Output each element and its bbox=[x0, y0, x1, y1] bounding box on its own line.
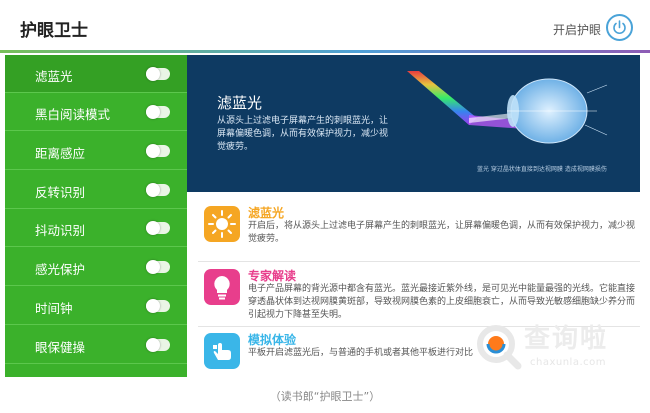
sidebar-item-reverse-detection[interactable]: 反转识别 bbox=[5, 171, 187, 209]
sidebar-item-label: 时间钟 bbox=[35, 301, 73, 316]
toggle-switch[interactable] bbox=[146, 67, 170, 81]
sidebar: 滤蓝光 黑白阅读模式 距离感应 反转识别 抖动识别 感光保护 时间钟 眼保健操 bbox=[5, 55, 187, 377]
watermark: 查询啦 chaxunla.com bbox=[474, 318, 644, 378]
banner-description: 从源头上过滤电子屏幕产生的刺眼蓝光，让屏幕偏暖色调，从而有效保护视力，减少视觉疲… bbox=[217, 116, 389, 152]
power-icon bbox=[613, 20, 626, 35]
header-divider bbox=[0, 50, 650, 53]
page-title: 护眼卫士 bbox=[20, 21, 88, 41]
card-description: 开启后，将从源头上过滤电子屏幕产生的刺眼蓝光，让屏幕偏暖色调，从而有效保护视力，… bbox=[248, 221, 636, 244]
toggle-switch[interactable] bbox=[146, 144, 170, 158]
sidebar-item-label: 抖动识别 bbox=[35, 223, 86, 238]
card-title: 模拟体验 bbox=[248, 333, 297, 347]
watermark-url: chaxunla.com bbox=[530, 357, 606, 368]
eye-protection-power-button[interactable] bbox=[606, 14, 633, 41]
lightbulb-icon bbox=[204, 269, 240, 305]
sidebar-item-label: 眼保健操 bbox=[35, 340, 86, 355]
sidebar-item-label: 反转识别 bbox=[35, 185, 86, 200]
sidebar-item-label: 滤蓝光 bbox=[35, 69, 73, 84]
image-caption: （读书郎“护眼卫士”） bbox=[269, 390, 381, 403]
hand-icon bbox=[204, 333, 240, 369]
card-title: 滤蓝光 bbox=[248, 206, 285, 220]
banner-caption: 蓝光 穿过晶状体直接到达视网膜 造成视网膜损伤 bbox=[477, 166, 607, 173]
eye-diagram-illustration bbox=[407, 71, 608, 144]
magnifier-logo-icon bbox=[477, 325, 522, 370]
sidebar-item-light-protection[interactable]: 感光保护 bbox=[5, 248, 187, 286]
sidebar-item-label: 感光保护 bbox=[35, 262, 86, 277]
sun-icon bbox=[204, 206, 240, 242]
card-divider bbox=[198, 261, 640, 262]
toggle-switch[interactable] bbox=[146, 260, 170, 274]
feature-card-expert[interactable]: 专家解读 电子产品屏幕的背光源中都含有蓝光。蓝光最接近紫外线，是可见光中能量最强… bbox=[198, 267, 640, 325]
sidebar-item-distance-sensing[interactable]: 距离感应 bbox=[5, 132, 187, 170]
toggle-switch[interactable] bbox=[146, 183, 170, 197]
banner-title: 滤蓝光 bbox=[217, 94, 263, 112]
sidebar-item-label: 黑白阅读模式 bbox=[35, 107, 111, 122]
sidebar-item-shake-detection[interactable]: 抖动识别 bbox=[5, 209, 187, 247]
toggle-switch[interactable] bbox=[146, 299, 170, 313]
sidebar-item-bw-reading[interactable]: 黑白阅读模式 bbox=[5, 93, 187, 131]
sidebar-item-label: 距离感应 bbox=[35, 146, 86, 161]
toggle-switch[interactable] bbox=[146, 338, 170, 352]
feature-banner: 滤蓝光 从源头上过滤电子屏幕产生的刺眼蓝光，让屏幕偏暖色调，从而有效保护视力，减… bbox=[187, 55, 640, 192]
watermark-text: 查询啦 bbox=[524, 324, 609, 354]
toggle-switch[interactable] bbox=[146, 221, 170, 235]
sidebar-item-blue-light-filter[interactable]: 滤蓝光 bbox=[5, 55, 187, 93]
sidebar-item-eye-exercise[interactable]: 眼保健操 bbox=[5, 326, 187, 364]
sidebar-item-clock[interactable]: 时间钟 bbox=[5, 287, 187, 325]
feature-card-blue-light[interactable]: 滤蓝光 开启后，将从源头上过滤电子屏幕产生的刺眼蓝光，让屏幕偏暖色调，从而有效保… bbox=[198, 204, 640, 260]
app-header: 护眼卫士 开启护眼 bbox=[0, 0, 650, 53]
eye-protection-label: 开启护眼 bbox=[553, 23, 602, 37]
card-description: 电子产品屏幕的背光源中都含有蓝光。蓝光最接近紫外线，是可见光中能量最强的光线。它… bbox=[248, 284, 636, 320]
toggle-switch[interactable] bbox=[146, 105, 170, 119]
card-title: 专家解读 bbox=[248, 269, 297, 283]
